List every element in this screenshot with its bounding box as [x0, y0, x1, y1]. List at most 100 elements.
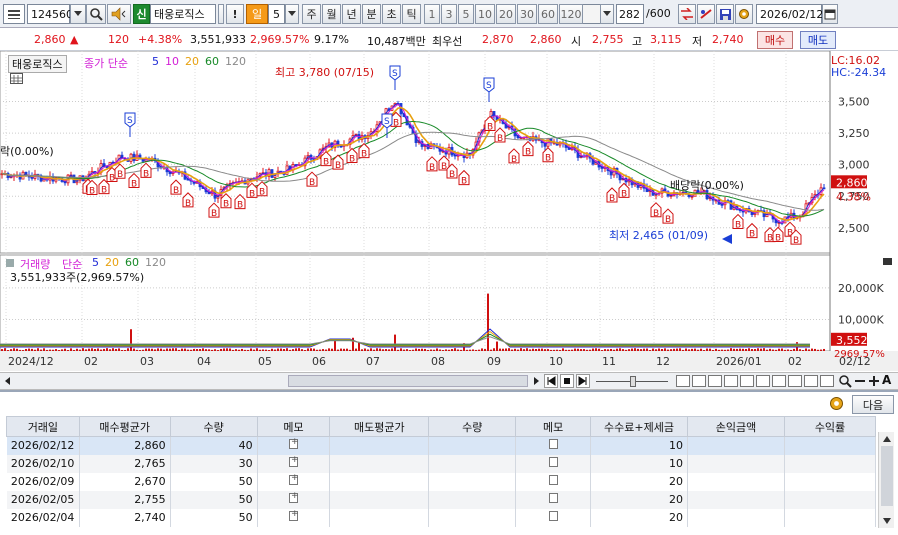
- period-number-dropdown[interactable]: [285, 4, 299, 24]
- period-day-button[interactable]: 일: [246, 4, 268, 24]
- chart-area[interactable]: 3,500 3,250 3,000 2,750 2,500 2024/12 02 03 04 05…: [0, 51, 898, 391]
- trend-icon[interactable]: [740, 375, 754, 387]
- tools-icon[interactable]: [697, 4, 715, 24]
- ruler-icon[interactable]: [772, 375, 786, 387]
- speaker-icon[interactable]: [107, 4, 131, 24]
- fee-tax: 20: [590, 490, 688, 509]
- volume-bar: [100, 349, 102, 351]
- column-header[interactable]: 메모: [256, 416, 331, 437]
- column-header[interactable]: 수량: [428, 416, 517, 437]
- memo-icon[interactable]: [288, 473, 299, 485]
- volume-bar: [730, 348, 732, 351]
- search-icon[interactable]: [86, 4, 106, 24]
- memo-icon[interactable]: [548, 457, 558, 467]
- zoom-slider-handle[interactable]: [630, 376, 636, 387]
- save-icon[interactable]: [716, 4, 734, 24]
- memo-icon[interactable]: [548, 475, 558, 485]
- table-row[interactable]: 2026/02/042,74050 20: [6, 508, 876, 527]
- alert-button[interactable]: !: [226, 4, 244, 24]
- interval-30-button[interactable]: 30: [517, 4, 537, 24]
- table-row[interactable]: 2026/02/102,76530 10: [6, 454, 876, 473]
- interval-20-button[interactable]: 20: [496, 4, 516, 24]
- price-volume-chart[interactable]: 3,5003,2503,0002,7502,5002024/12 02 03 04 05…: [0, 51, 898, 372]
- interval-120-button[interactable]: 120: [559, 4, 583, 24]
- column-header[interactable]: 수수료+제세금: [590, 416, 688, 437]
- memo-icon[interactable]: [548, 511, 558, 521]
- volume-bar: [580, 349, 582, 351]
- layout-icon[interactable]: [692, 375, 706, 387]
- volume-panel-handle[interactable]: [6, 259, 14, 267]
- chart-type-icon[interactable]: [676, 375, 690, 387]
- interval-10-button[interactable]: 10: [475, 4, 495, 24]
- column-header[interactable]: 손익금액: [687, 416, 785, 437]
- zoom-out-icon[interactable]: [854, 374, 866, 388]
- column-header[interactable]: 거래일: [6, 416, 80, 437]
- stock-code-input[interactable]: 124560: [27, 4, 73, 24]
- zoom-icon[interactable]: [838, 374, 852, 388]
- blank-select-dropdown[interactable]: [600, 4, 614, 24]
- volume-bar: [292, 349, 294, 351]
- interval-60-button[interactable]: 60: [538, 4, 558, 24]
- period-2-button[interactable]: 년: [342, 4, 361, 24]
- grid-icon[interactable]: [10, 73, 23, 84]
- high-label: 고: [632, 35, 643, 48]
- price-tick-label: 3,250: [838, 127, 870, 140]
- table-row[interactable]: 2026/02/122,86040 10: [6, 436, 876, 455]
- print-icon[interactable]: [820, 375, 834, 387]
- arrows-icon[interactable]: [678, 4, 696, 24]
- period-0-button[interactable]: 주: [302, 4, 321, 24]
- erase-icon[interactable]: [804, 375, 818, 387]
- menu-icon[interactable]: [3, 4, 25, 24]
- column-header[interactable]: 메모: [515, 416, 591, 437]
- memo-icon[interactable]: [288, 437, 299, 450]
- stop-icon[interactable]: [560, 374, 574, 388]
- chart-stock-legend[interactable]: 태웅로직스: [8, 55, 67, 73]
- volume-bar: [379, 348, 381, 351]
- draw-icon[interactable]: [756, 375, 770, 387]
- indicator-icon[interactable]: [708, 375, 722, 387]
- column-header[interactable]: 수량: [169, 416, 258, 437]
- memo-icon[interactable]: [288, 491, 299, 503]
- volume-panel-close-icon[interactable]: [883, 258, 892, 265]
- code-dropdown-button[interactable]: [70, 4, 86, 24]
- zoom-in-icon[interactable]: [868, 374, 880, 388]
- column-header[interactable]: 매수평균가: [78, 416, 171, 437]
- buy-marker-label: B: [117, 170, 123, 180]
- memo-icon[interactable]: [548, 493, 558, 503]
- interval-5-button[interactable]: 5: [458, 4, 474, 24]
- period-number-field[interactable]: 5: [268, 4, 285, 24]
- first-page-icon[interactable]: [544, 374, 558, 388]
- text-icon[interactable]: [788, 375, 802, 387]
- period-3-button[interactable]: 분: [362, 4, 381, 24]
- interval-1-button[interactable]: 1: [424, 4, 440, 24]
- period-5-button[interactable]: 틱: [402, 4, 421, 24]
- chart-scrollbar-thumb[interactable]: [288, 375, 528, 387]
- hc-indicator: HC:-24.34: [831, 66, 887, 79]
- table-row[interactable]: 2026/02/052,75550 20: [6, 490, 876, 509]
- buy-button[interactable]: 매수: [757, 31, 793, 49]
- column-header[interactable]: 매도평균가: [329, 416, 430, 437]
- volume-bar: [565, 349, 567, 351]
- scroll-right-icon[interactable]: [532, 376, 540, 386]
- last-page-icon[interactable]: [576, 374, 590, 388]
- new-listing-badge: 신: [133, 4, 150, 24]
- table-scrollbar[interactable]: [878, 432, 894, 528]
- sell-button[interactable]: 매도: [800, 31, 836, 49]
- interval-3-button[interactable]: 3: [441, 4, 457, 24]
- next-button[interactable]: 다음: [852, 395, 894, 414]
- auto-scale-icon[interactable]: A: [882, 373, 891, 387]
- data-count-input[interactable]: 282: [616, 4, 644, 24]
- memo-icon[interactable]: [548, 439, 558, 450]
- period-1-button[interactable]: 월: [322, 4, 341, 24]
- scroll-left-icon[interactable]: [4, 376, 12, 386]
- memo-icon[interactable]: [288, 455, 299, 467]
- date-input[interactable]: 2026/02/12: [756, 4, 823, 24]
- period-4-button[interactable]: 초: [382, 4, 401, 24]
- column-header[interactable]: 수익률: [784, 416, 876, 437]
- calendar-icon[interactable]: [822, 4, 838, 24]
- settings-gear-icon[interactable]: [735, 4, 753, 24]
- compare-icon[interactable]: [724, 375, 738, 387]
- table-settings-gear-icon[interactable]: [828, 395, 845, 412]
- memo-icon[interactable]: [288, 509, 299, 521]
- table-row[interactable]: 2026/02/092,67050 20: [6, 472, 876, 491]
